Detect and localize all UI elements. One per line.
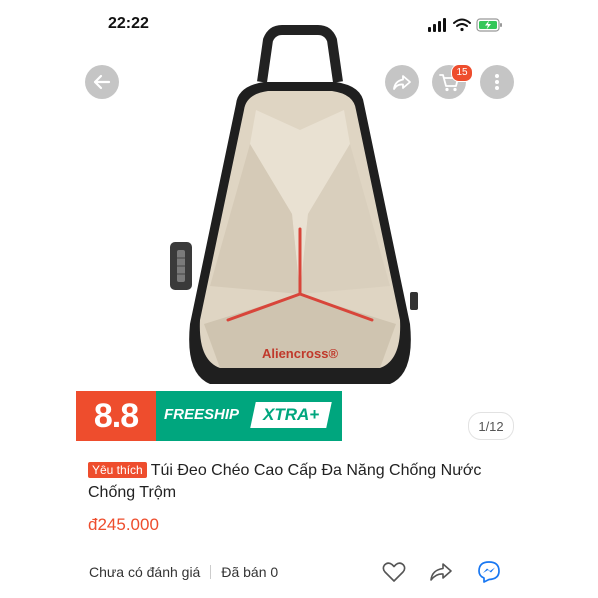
arrow-left-icon (93, 74, 111, 90)
more-vertical-icon (495, 74, 499, 90)
promo-banner: 8.8 FREESHIP XTRA+ (76, 391, 342, 441)
product-title: Túi Đeo Chéo Cao Cấp Đa Năng Chống Nước … (88, 462, 482, 501)
more-button[interactable] (480, 65, 514, 99)
promo-date-block: 8.8 (76, 391, 156, 441)
xtra-tag: XTRA+ (250, 402, 332, 428)
freeship-block: FREESHIP XTRA+ (156, 391, 342, 441)
share-button[interactable] (385, 65, 419, 99)
share-icon (393, 75, 411, 90)
share-icon[interactable] (428, 560, 454, 584)
rating-text[interactable]: Chưa có đánh giá (89, 564, 200, 580)
promo-number: 8.8 (93, 396, 139, 435)
stats-divider (210, 565, 212, 579)
product-title-block: Yêu thích Túi Đeo Chéo Cao Cấp Đa Năng Ch… (88, 460, 508, 504)
product-price: đ245.000 (88, 515, 159, 534)
heart-icon[interactable] (381, 560, 407, 584)
battery-icon (476, 18, 502, 32)
sold-count: Đã bán 0 (221, 564, 279, 580)
xtra-label: XTRA+ (262, 405, 320, 424)
messenger-icon[interactable] (476, 560, 502, 584)
cart-count-badge: 15 (451, 64, 473, 82)
favorite-tag: Yêu thích (88, 462, 147, 478)
image-counter: 1/12 (468, 412, 514, 440)
brand-logo: Aliencross® (262, 346, 338, 361)
freeship-label: FREESHIP (164, 406, 240, 423)
product-stats: Chưa có đánh giá Đã bán 0 (89, 564, 278, 580)
back-button[interactable] (85, 65, 119, 99)
